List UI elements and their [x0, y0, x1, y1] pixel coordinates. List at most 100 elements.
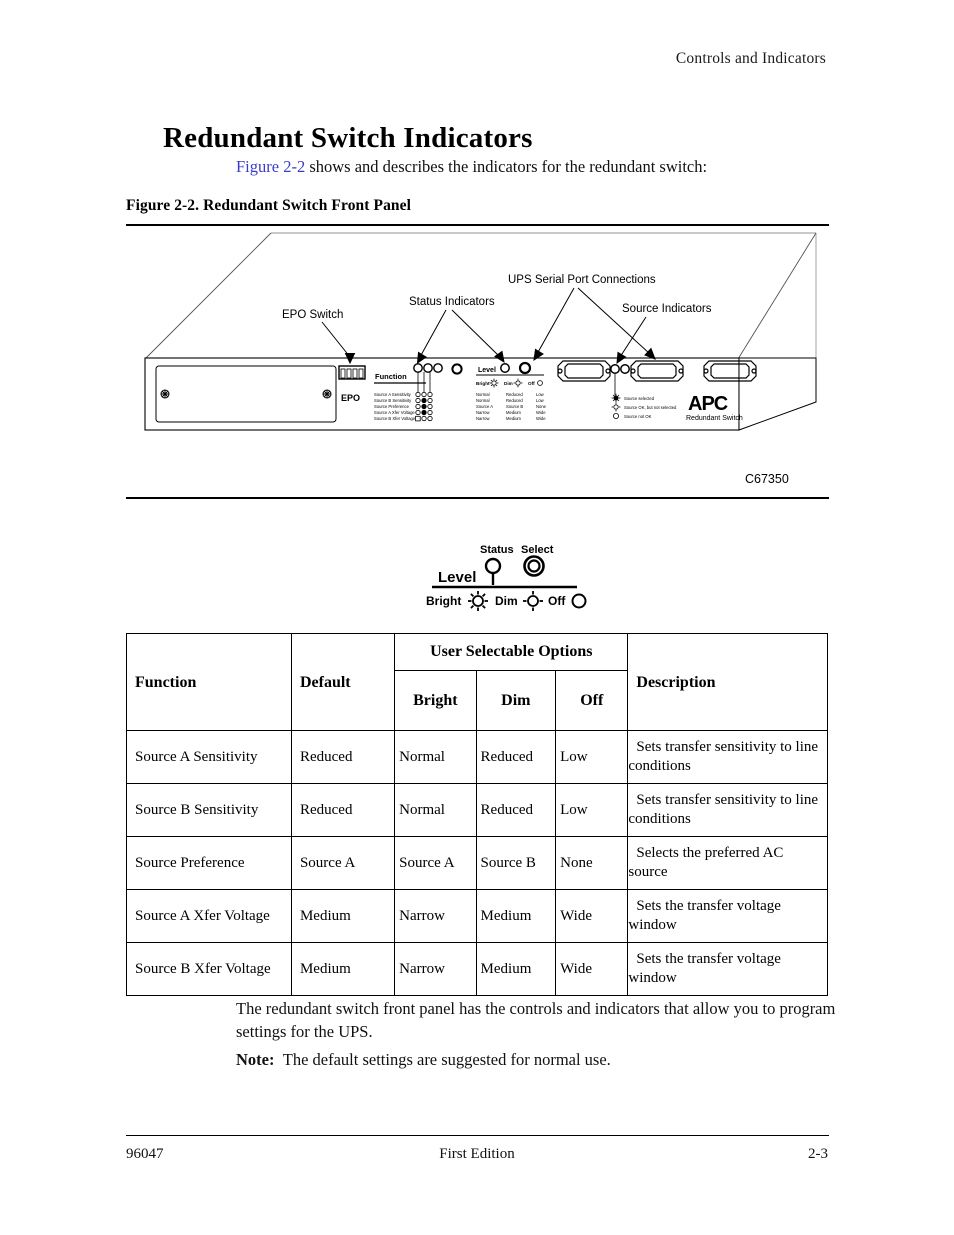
level-label-text: Level — [438, 569, 476, 586]
bright-label-text: Bright — [426, 594, 461, 608]
level-panel-label: Level — [478, 367, 496, 374]
svg-text:Source B Sensitivity: Source B Sensitivity — [374, 398, 412, 403]
header-cell-function: Function — [126, 633, 292, 731]
cell-description: Sets transfer sensitivity to line condit… — [627, 783, 828, 837]
header-cell-user-selectable-options: User Selectable Options — [394, 633, 629, 671]
redundant-switch-front-panel-drawing: EPO Function Source A Sensitivity Source… — [144, 232, 817, 431]
callout-ups-serial: UPS Serial Port Connections — [508, 274, 656, 286]
callout-source-indicators: Source Indicators — [622, 303, 712, 315]
cell-off: Low — [555, 730, 629, 784]
table-row: Source B Sensitivity Reduced Normal Redu… — [126, 783, 828, 837]
cell-default: Source A — [290, 836, 396, 890]
svg-text:Normal: Normal — [476, 392, 490, 397]
svg-text:Wide: Wide — [536, 416, 546, 421]
intro-paragraph: Figure 2-2 shows and describes the indic… — [236, 156, 707, 178]
svg-text:Reduced: Reduced — [506, 392, 523, 397]
cell-off: Wide — [555, 942, 629, 996]
footer-page-number: 2-3 — [808, 1146, 828, 1162]
header-cell-off: Off — [555, 670, 629, 731]
cell-default: Reduced — [290, 730, 396, 784]
cell-dim: Source B — [475, 836, 557, 890]
header-cell-description: Description — [627, 633, 828, 731]
svg-text:Redundant Switch: Redundant Switch — [686, 415, 743, 422]
footer-rule — [126, 1135, 829, 1136]
body-paragraph: The redundant switch front panel has the… — [236, 999, 836, 1041]
callout-status-indicators: Status Indicators — [409, 296, 495, 308]
note-paragraph: Note: The default settings are suggested… — [236, 1048, 836, 1071]
cell-bright: Narrow — [394, 889, 477, 943]
svg-text:None: None — [536, 404, 547, 409]
svg-text:Off: Off — [528, 381, 535, 386]
cell-off: Low — [555, 783, 629, 837]
cell-description: Sets transfer sensitivity to line condit… — [627, 730, 828, 784]
select-label-text: Select — [521, 544, 554, 556]
user-selectable-options-table: Function Default User Selectable Options… — [126, 633, 828, 996]
figure-id: C67350 — [745, 472, 789, 486]
figure-bottom-rule — [126, 497, 829, 499]
svg-text:Source OK, but not selected: Source OK, but not selected — [624, 405, 677, 410]
intro-paragraph-rest: shows and describes the indicators for t… — [305, 157, 708, 176]
dim-label-text: Dim — [495, 594, 518, 608]
svg-text:Dim: Dim — [504, 381, 513, 386]
figure-illustration: EPO Function Source A Sensitivity Source… — [126, 226, 829, 496]
callout-epo-switch: EPO Switch — [282, 309, 343, 321]
figure-2-2-link[interactable]: Figure 2-2 — [236, 157, 305, 176]
cell-default: Reduced — [290, 783, 396, 837]
bright-sun-icon — [468, 591, 488, 611]
cell-function: Source B Xfer Voltage — [126, 942, 292, 996]
table-row: Source Preference Source A Source A Sour… — [126, 836, 828, 890]
epo-panel-label: EPO — [341, 393, 360, 403]
svg-text:Source B Xfer Voltage: Source B Xfer Voltage — [374, 416, 416, 421]
cell-function: Source A Sensitivity — [126, 730, 292, 784]
dim-sun-icon — [523, 591, 543, 611]
cell-description: Selects the preferred AC source — [627, 836, 828, 890]
table-header-row-group: Function Default User Selectable Options… — [126, 633, 828, 731]
svg-text:Narrow: Narrow — [476, 416, 490, 421]
table-row: Source A Sensitivity Reduced Normal Redu… — [126, 730, 828, 784]
svg-text:APC: APC — [688, 393, 728, 415]
svg-text:Reduced: Reduced — [506, 398, 523, 403]
svg-text:Source selected: Source selected — [624, 396, 655, 401]
cell-bright: Normal — [394, 730, 477, 784]
cell-bright: Normal — [394, 783, 477, 837]
note-label: Note: — [236, 1050, 275, 1069]
table-row: Source B Xfer Voltage Medium Narrow Medi… — [126, 942, 828, 996]
running-header: Controls and Indicators — [675, 50, 826, 67]
header-cell-dim: Dim — [475, 670, 557, 731]
svg-text:Normal: Normal — [476, 398, 490, 403]
cell-bright: Source A — [394, 836, 477, 890]
cell-default: Medium — [290, 942, 396, 996]
cell-dim: Reduced — [475, 783, 557, 837]
svg-text:Source A Xfer Voltage: Source A Xfer Voltage — [374, 410, 415, 415]
svg-text:Source not OK: Source not OK — [624, 414, 652, 419]
svg-text:Source B: Source B — [506, 404, 523, 409]
cell-dim: Medium — [475, 942, 557, 996]
level-detail-diagram: Status Select Level Bright Dim Off — [424, 537, 604, 617]
cell-bright: Narrow — [394, 942, 477, 996]
cell-function: Source Preference — [126, 836, 292, 890]
svg-text:Low: Low — [536, 392, 545, 397]
cell-off: None — [555, 836, 629, 890]
svg-text:Medium: Medium — [506, 410, 521, 415]
cell-function: Source B Sensitivity — [126, 783, 292, 837]
note-text: The default settings are suggested for n… — [282, 1050, 611, 1069]
header-cell-default: Default — [290, 633, 396, 731]
svg-text:Bright: Bright — [476, 381, 490, 386]
svg-text:Narrow: Narrow — [476, 410, 490, 415]
cell-description: Sets the transfer voltage window — [627, 942, 828, 996]
figure-caption: Figure 2-2. Redundant Switch Front Panel — [126, 197, 412, 214]
cell-dim: Medium — [475, 889, 557, 943]
svg-text:Medium: Medium — [506, 416, 521, 421]
svg-text:Source A Sensitivity: Source A Sensitivity — [374, 392, 412, 397]
cell-default: Medium — [290, 889, 396, 943]
cell-function: Source A Xfer Voltage — [126, 889, 292, 943]
svg-text:Low: Low — [536, 398, 545, 403]
svg-text:Wide: Wide — [536, 410, 546, 415]
svg-text:Source Preference: Source Preference — [374, 404, 410, 409]
header-cell-bright: Bright — [394, 670, 477, 731]
table-row: Source A Xfer Voltage Medium Narrow Medi… — [126, 889, 828, 943]
off-label-text: Off — [548, 594, 566, 608]
off-circle-icon — [571, 593, 587, 609]
page-title: Redundant Switch Indicators — [163, 122, 533, 155]
svg-text:Source A: Source A — [476, 404, 493, 409]
